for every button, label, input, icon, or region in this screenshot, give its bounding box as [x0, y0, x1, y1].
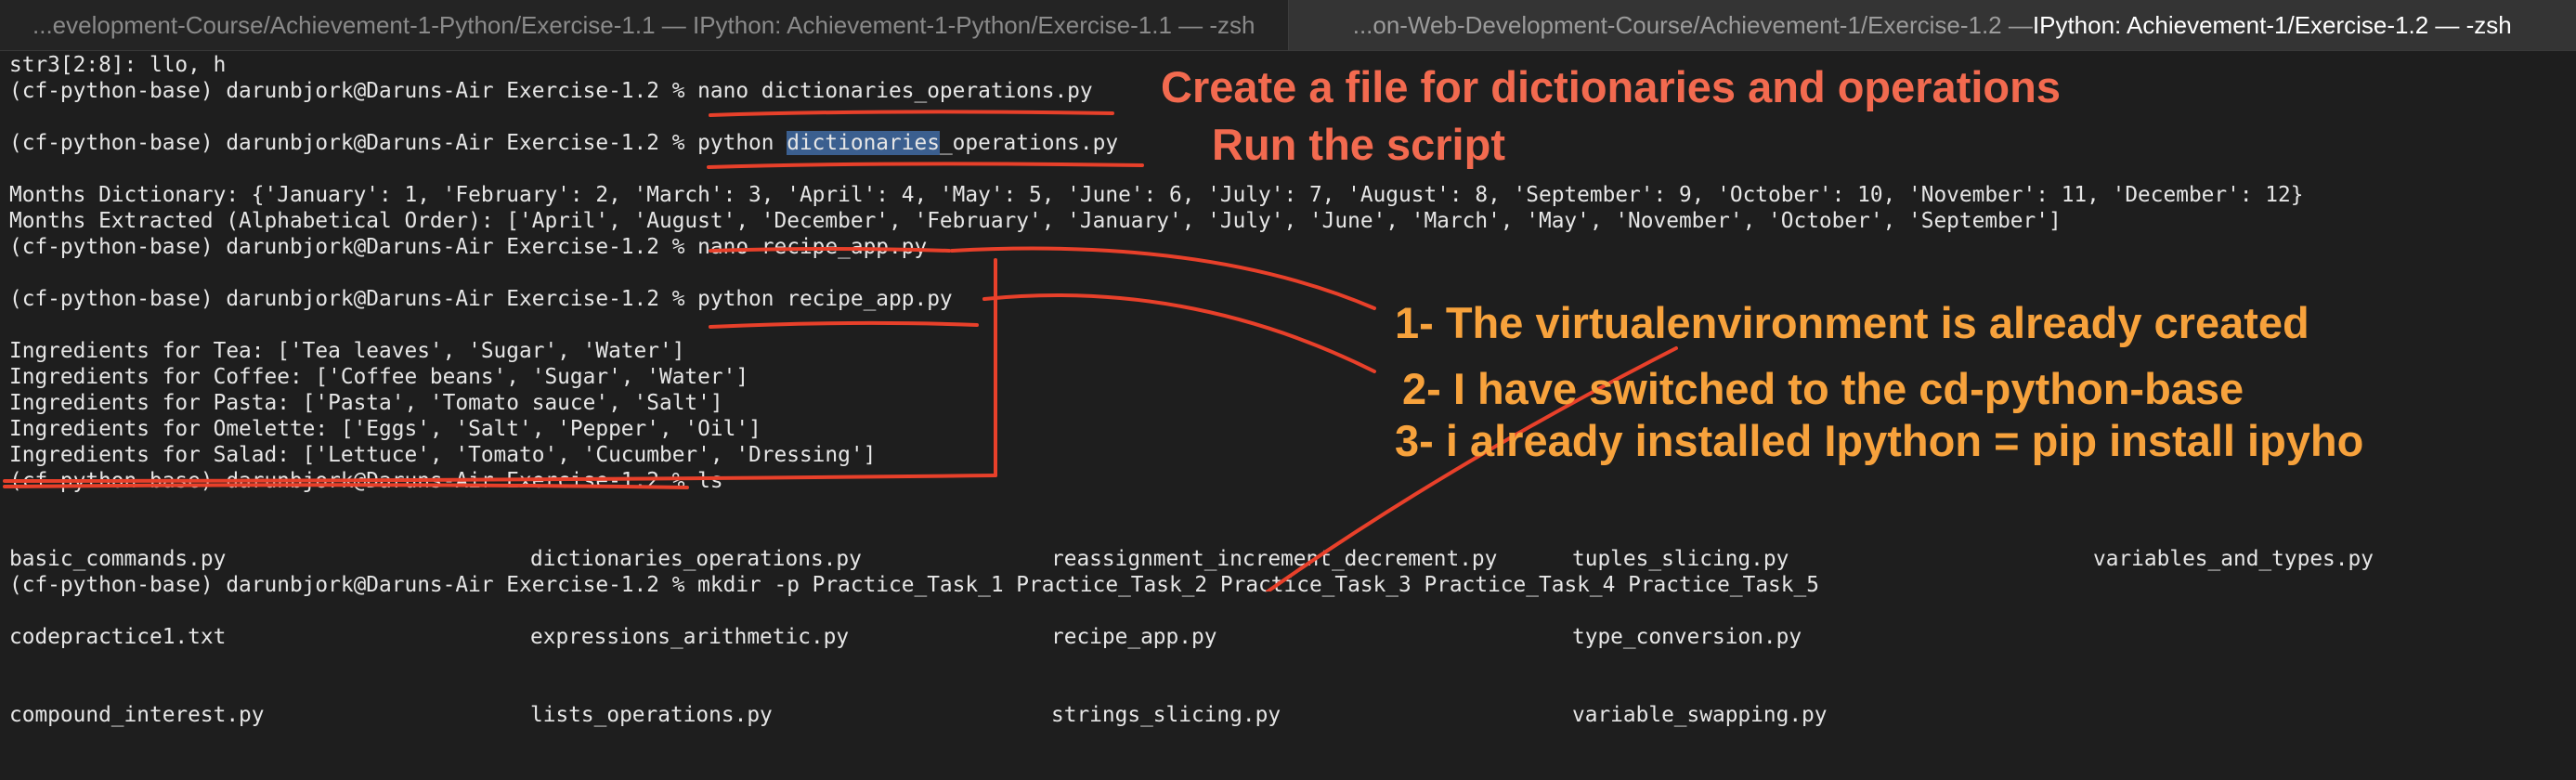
file-item: lists_operations.py	[530, 702, 862, 728]
annotation-switched-env: 2- I have switched to the cd-python-base	[1402, 365, 2244, 413]
command-text: mkdir -p Practice_Task_1 Practice_Task_2…	[697, 573, 1819, 597]
shell-prompt: (cf-python-base) darunbjork@Daruns-Air E…	[9, 573, 697, 597]
command-text: ls	[697, 469, 722, 493]
command-line-python-dictionaries: (cf-python-base) darunbjork@Daruns-Air E…	[9, 130, 1118, 156]
output-line-ingredients-pasta: Ingredients for Pasta: ['Pasta', 'Tomato…	[9, 390, 723, 416]
ls-column-1: basic_commands.py codepractice1.txt comp…	[9, 494, 265, 780]
file-item: dictionaries_operations.py	[530, 546, 862, 572]
command-line-nano-recipe: (cf-python-base) darunbjork@Daruns-Air E…	[9, 234, 927, 260]
ls-column-2: dictionaries_operations.py expressions_a…	[530, 494, 862, 780]
command-text: nano dictionaries_operations.py	[697, 79, 1092, 103]
file-item: reassignment_increment_decrement.py	[1051, 546, 1497, 572]
command-line-ls: (cf-python-base) darunbjork@Daruns-Air E…	[9, 468, 723, 494]
output-line-str3: str3[2:8]: llo, h	[9, 52, 226, 78]
file-item: compound_interest.py	[9, 702, 265, 728]
shell-prompt: (cf-python-base) darunbjork@Daruns-Air E…	[9, 469, 697, 493]
file-item: codepractice1.txt	[9, 624, 265, 650]
file-item: recipe_app.py	[1051, 624, 1497, 650]
tab-label-title: IPython: Achievement-1/Exercise-1.2 — -z…	[2033, 11, 2512, 40]
file-item: type_conversion.py	[1572, 624, 1828, 650]
file-item: variables_and_types.py	[2093, 546, 2374, 572]
command-text: python	[697, 131, 787, 155]
selected-text: dictionaries	[787, 131, 940, 155]
output-line-ingredients-omelette: Ingredients for Omelette: ['Eggs', 'Salt…	[9, 416, 761, 442]
shell-prompt: (cf-python-base) darunbjork@Daruns-Air E…	[9, 287, 697, 311]
tab-label-path: ...on-Web-Development-Course/Achievement…	[1353, 11, 2033, 40]
annotation-ipython-installed: 3- i already installed Ipython = pip ins…	[1395, 417, 2363, 465]
file-item: variable_swapping.py	[1572, 702, 1828, 728]
output-line-ingredients-tea: Ingredients for Tea: ['Tea leaves', 'Sug…	[9, 338, 684, 364]
annotation-virtualenv: 1- The virtualenvironment is already cre…	[1395, 299, 2309, 347]
tab-label: ...evelopment-Course/Achievement-1-Pytho…	[33, 11, 1255, 40]
output-line-ingredients-salad: Ingredients for Salad: ['Lettuce', 'Toma…	[9, 442, 876, 468]
ls-column-3: reassignment_increment_decrement.py reci…	[1051, 494, 1497, 780]
file-item: tuples_slicing.py	[1572, 546, 1828, 572]
output-line-ingredients-coffee: Ingredients for Coffee: ['Coffee beans',…	[9, 364, 748, 390]
annotation-run-script: Run the script	[1212, 121, 1505, 169]
output-line-months-dictionary: Months Dictionary: {'January': 1, 'Febru…	[9, 182, 2303, 208]
command-text: python recipe_app.py	[697, 287, 953, 311]
command-text: nano recipe_app.py	[697, 235, 927, 259]
output-line-months-extracted: Months Extracted (Alphabetical Order): […	[9, 208, 2062, 234]
tab-exercise-1-2[interactable]: ...on-Web-Development-Course/Achievement…	[1288, 0, 2576, 50]
ls-column-5: variables_and_types.py	[2093, 494, 2374, 624]
annotation-create-file: Create a file for dictionaries and opera…	[1161, 63, 2061, 111]
file-item: strings_slicing.py	[1051, 702, 1497, 728]
shell-prompt: (cf-python-base) darunbjork@Daruns-Air E…	[9, 235, 697, 259]
file-item: basic_commands.py	[9, 546, 265, 572]
command-line-mkdir: (cf-python-base) darunbjork@Daruns-Air E…	[9, 572, 1819, 598]
tab-bar: ...evelopment-Course/Achievement-1-Pytho…	[0, 0, 2576, 51]
shell-prompt: (cf-python-base) darunbjork@Daruns-Air E…	[9, 131, 697, 155]
tab-exercise-1-1[interactable]: ...evelopment-Course/Achievement-1-Pytho…	[0, 0, 1288, 50]
ls-column-4: tuples_slicing.py type_conversion.py var…	[1572, 494, 1828, 780]
file-item: expressions_arithmetic.py	[530, 624, 862, 650]
command-line-python-recipe: (cf-python-base) darunbjork@Daruns-Air E…	[9, 286, 953, 312]
shell-prompt: (cf-python-base) darunbjork@Daruns-Air E…	[9, 79, 697, 103]
command-line-nano-dictionaries: (cf-python-base) darunbjork@Daruns-Air E…	[9, 78, 1093, 104]
command-text: _operations.py	[940, 131, 1118, 155]
